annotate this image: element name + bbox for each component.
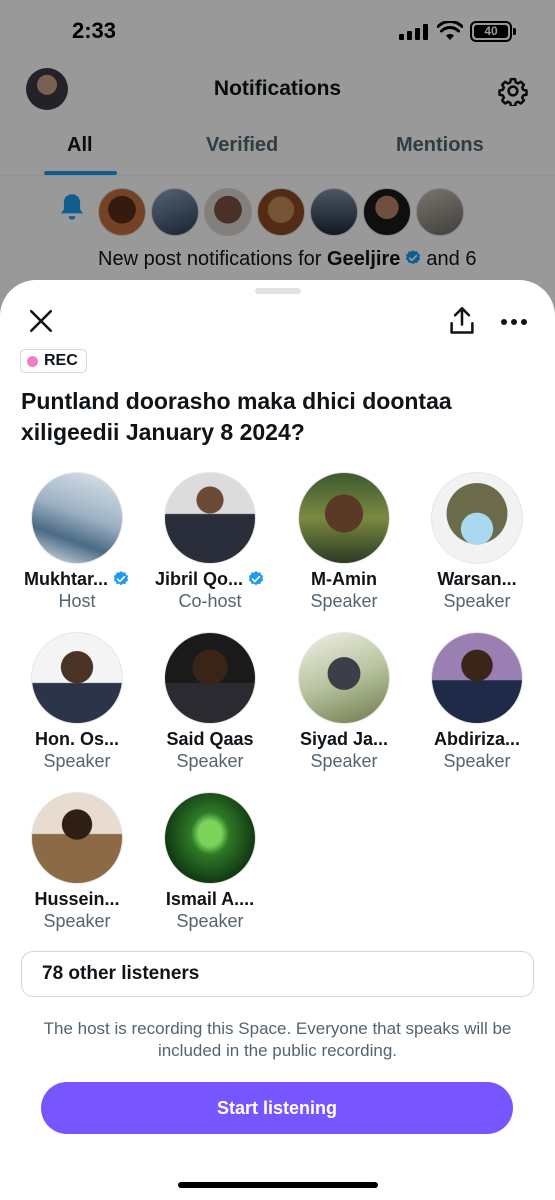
avatar bbox=[31, 632, 123, 724]
speaker-role: Speaker bbox=[310, 591, 378, 611]
speaker-name-text: Mukhtar... bbox=[23, 569, 108, 589]
speaker-role: Speaker bbox=[43, 751, 111, 771]
speaker-card[interactable]: Mukhtar... Host bbox=[13, 472, 141, 612]
speaker-name: Abdiriza... bbox=[413, 728, 541, 750]
avatar bbox=[298, 632, 390, 724]
speaker-name-text: Abdiriza... bbox=[433, 729, 520, 749]
speaker-role: Speaker bbox=[176, 751, 244, 771]
speaker-role: Speaker bbox=[176, 911, 244, 931]
speaker-role: Co-host bbox=[178, 591, 242, 611]
speaker-name: Siyad Ja... bbox=[280, 728, 408, 750]
speaker-name-text: Hon. Os... bbox=[34, 729, 119, 749]
speaker-name: M-Amin bbox=[280, 568, 408, 590]
speaker-role: Host bbox=[58, 591, 96, 611]
speaker-name: Said Qaas bbox=[146, 728, 274, 750]
space-title: Puntland doorasho maka dhici doontaa xil… bbox=[21, 388, 452, 445]
sheet-grabber[interactable] bbox=[255, 288, 301, 294]
speaker-role: Speaker bbox=[443, 591, 511, 611]
avatar bbox=[298, 472, 390, 564]
speaker-name-text: Jibril Qo... bbox=[154, 569, 243, 589]
start-listening-button[interactable]: Start listening bbox=[41, 1082, 513, 1134]
speaker-name: Jibril Qo... bbox=[146, 568, 274, 590]
speaker-card[interactable]: Ismail A.... Speaker bbox=[146, 792, 274, 932]
speaker-card[interactable]: Hussein... Speaker bbox=[13, 792, 141, 932]
speaker-card[interactable]: M-Amin Speaker bbox=[280, 472, 408, 612]
more-icon[interactable] bbox=[500, 318, 528, 326]
rec-label: REC bbox=[44, 352, 78, 369]
listeners-count: 78 other listeners bbox=[42, 963, 200, 984]
recording-notice: The host is recording this Space. Everyo… bbox=[43, 1019, 512, 1060]
speaker-name-text: Siyad Ja... bbox=[299, 729, 389, 749]
share-icon[interactable] bbox=[448, 306, 476, 336]
space-sheet: REC Puntland doorasho maka dhici doontaa… bbox=[0, 280, 555, 1200]
speaker-card[interactable]: Abdiriza... Speaker bbox=[413, 632, 541, 772]
speaker-name: Ismail A.... bbox=[146, 888, 274, 910]
speaker-role: Speaker bbox=[443, 751, 511, 771]
speaker-name-text: M-Amin bbox=[311, 569, 377, 589]
speaker-name: Hussein... bbox=[13, 888, 141, 910]
speaker-card[interactable]: Said Qaas Speaker bbox=[146, 632, 274, 772]
rec-dot-icon bbox=[27, 355, 38, 367]
avatar bbox=[431, 632, 523, 724]
speaker-name-text: Said Qaas bbox=[166, 729, 254, 749]
speaker-card[interactable]: Jibril Qo... Co-host bbox=[146, 472, 274, 612]
avatar bbox=[31, 472, 123, 564]
avatar bbox=[431, 472, 523, 564]
listeners-button[interactable]: 78 other listeners bbox=[21, 951, 534, 997]
speaker-card[interactable]: Siyad Ja... Speaker bbox=[280, 632, 408, 772]
speaker-role: Speaker bbox=[43, 911, 111, 931]
verified-icon bbox=[248, 571, 264, 586]
speaker-card[interactable]: Hon. Os... Speaker bbox=[13, 632, 141, 772]
avatar bbox=[164, 632, 256, 724]
speaker-name: Mukhtar... bbox=[13, 568, 141, 590]
avatar bbox=[164, 472, 256, 564]
speaker-name-text: Ismail A.... bbox=[165, 889, 255, 909]
rec-badge: REC bbox=[20, 349, 87, 373]
speaker-name-text: Hussein... bbox=[34, 889, 120, 909]
speaker-role: Speaker bbox=[310, 751, 378, 771]
close-icon[interactable] bbox=[28, 308, 54, 334]
home-indicator bbox=[178, 1182, 378, 1188]
avatar bbox=[31, 792, 123, 884]
speaker-name-text: Warsan... bbox=[437, 569, 517, 589]
avatar bbox=[164, 792, 256, 884]
speaker-name: Warsan... bbox=[413, 568, 541, 590]
speaker-card[interactable]: Warsan... Speaker bbox=[413, 472, 541, 612]
speaker-name: Hon. Os... bbox=[13, 728, 141, 750]
verified-icon bbox=[113, 571, 129, 586]
